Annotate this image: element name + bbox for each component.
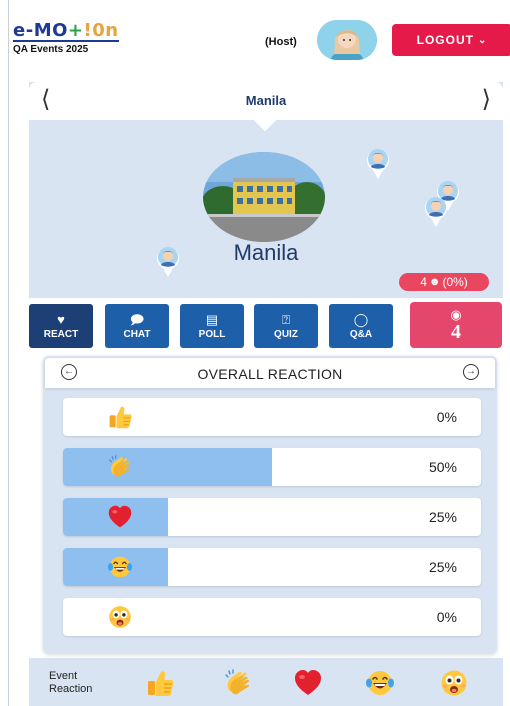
event-reaction-bar: Event Reaction (29, 658, 503, 706)
thumbs-up-icon[interactable] (145, 668, 175, 698)
participant-percent: (0%) (442, 275, 468, 289)
event-reaction-label-line: Event (49, 670, 78, 682)
viewers-button[interactable]: ◉ 4 (410, 302, 502, 348)
reaction-row: 25% (63, 548, 481, 586)
logout-label: LOGOUT (416, 33, 474, 47)
host-avatar[interactable] (317, 20, 377, 60)
person-icon: ☻ (428, 276, 441, 288)
reaction-percent: 0% (436, 609, 457, 625)
host-label: (Host) (265, 36, 297, 48)
chat-button[interactable]: 🗩 CHAT (105, 304, 169, 348)
app-logo[interactable]: e-MO+!0n QA Events 2025 (13, 22, 119, 55)
participant-pin-icon[interactable] (365, 146, 391, 180)
react-button[interactable]: ♥ REACT (29, 304, 93, 348)
quiz-label: QUIZ (274, 328, 298, 340)
overall-reaction-card: ← OVERALL REACTION → 0% 50% 25% 25% 0% (43, 356, 497, 654)
reaction-percent: 25% (428, 509, 457, 525)
surprised-face-icon[interactable] (439, 668, 469, 698)
overall-reaction-header: ← OVERALL REACTION → (45, 358, 495, 388)
logo-part: !0n (83, 20, 119, 41)
logo-part: e- (13, 20, 34, 41)
reaction-percent: 50% (428, 459, 457, 475)
location-photo (203, 152, 325, 242)
thumbs-up-icon (107, 404, 133, 430)
location-panel: ⟨ Manila ⟩ Manila 4 ☻ (0%) (29, 82, 503, 298)
laughing-face-icon[interactable] (365, 668, 395, 698)
app-frame: e-MO+!0n QA Events 2025 (Host) LOGOUT ⌄ … (8, 0, 510, 706)
logo-title: e-MO+!0n (13, 22, 119, 42)
reaction-row: 0% (63, 598, 481, 636)
location-name: Manila (233, 240, 299, 265)
chevron-down-icon: ⌄ (477, 34, 488, 46)
logo-subtitle: QA Events 2025 (13, 44, 89, 55)
qa-button[interactable]: ◯ Q&A (329, 304, 393, 348)
reaction-percent: 0% (436, 409, 457, 425)
viewer-count: 4 (451, 321, 461, 343)
heart-chat-icon: ♥ (57, 311, 65, 327)
question-icon: ⍰ (282, 311, 290, 327)
react-label: REACT (43, 328, 79, 340)
event-reaction-label: Event Reaction (49, 670, 109, 696)
surprised-face-icon (107, 604, 133, 630)
laughing-face-icon (107, 554, 133, 580)
participant-pin-icon[interactable] (423, 194, 449, 228)
clapping-hands-icon (107, 454, 133, 480)
poll-button[interactable]: ▤ POLL (180, 304, 244, 348)
lightbulb-icon: ◯ (353, 311, 369, 327)
event-reaction-label-line: Reaction (49, 683, 93, 695)
next-arrow-icon[interactable]: → (463, 364, 479, 380)
logout-button[interactable]: LOGOUT ⌄ (392, 24, 510, 56)
reaction-row: 0% (63, 398, 481, 436)
action-bar: ♥ REACT 🗩 CHAT ▤ POLL ⍰ QUIZ ◯ Q&A ◉ 4 (29, 302, 503, 348)
location-title: Manila (245, 93, 287, 108)
eye-icon: ◉ (450, 307, 462, 322)
logo-part: MO (33, 20, 68, 41)
clapping-hands-icon[interactable] (223, 668, 253, 698)
participant-count: 4 (420, 275, 427, 289)
reaction-bar-fill (63, 448, 272, 486)
red-heart-icon (107, 504, 133, 530)
logo-part: + (67, 20, 84, 41)
quiz-button[interactable]: ⍰ QUIZ (254, 304, 318, 348)
reaction-row: 50% (63, 448, 481, 486)
participant-count-badge: 4 ☻ (0%) (399, 273, 489, 291)
poll-label: POLL (198, 328, 226, 340)
bar-chart-icon: ▤ (205, 311, 219, 327)
next-location-arrow-icon[interactable]: ⟩ (482, 85, 491, 113)
reaction-percent: 25% (428, 559, 457, 575)
reaction-row: 25% (63, 498, 481, 536)
overall-reaction-title: OVERALL REACTION (197, 366, 343, 382)
chat-label: CHAT (123, 328, 151, 340)
chat-bubble-icon: 🗩 (129, 311, 145, 327)
red-heart-icon[interactable] (293, 668, 323, 698)
qa-label: Q&A (349, 328, 373, 340)
